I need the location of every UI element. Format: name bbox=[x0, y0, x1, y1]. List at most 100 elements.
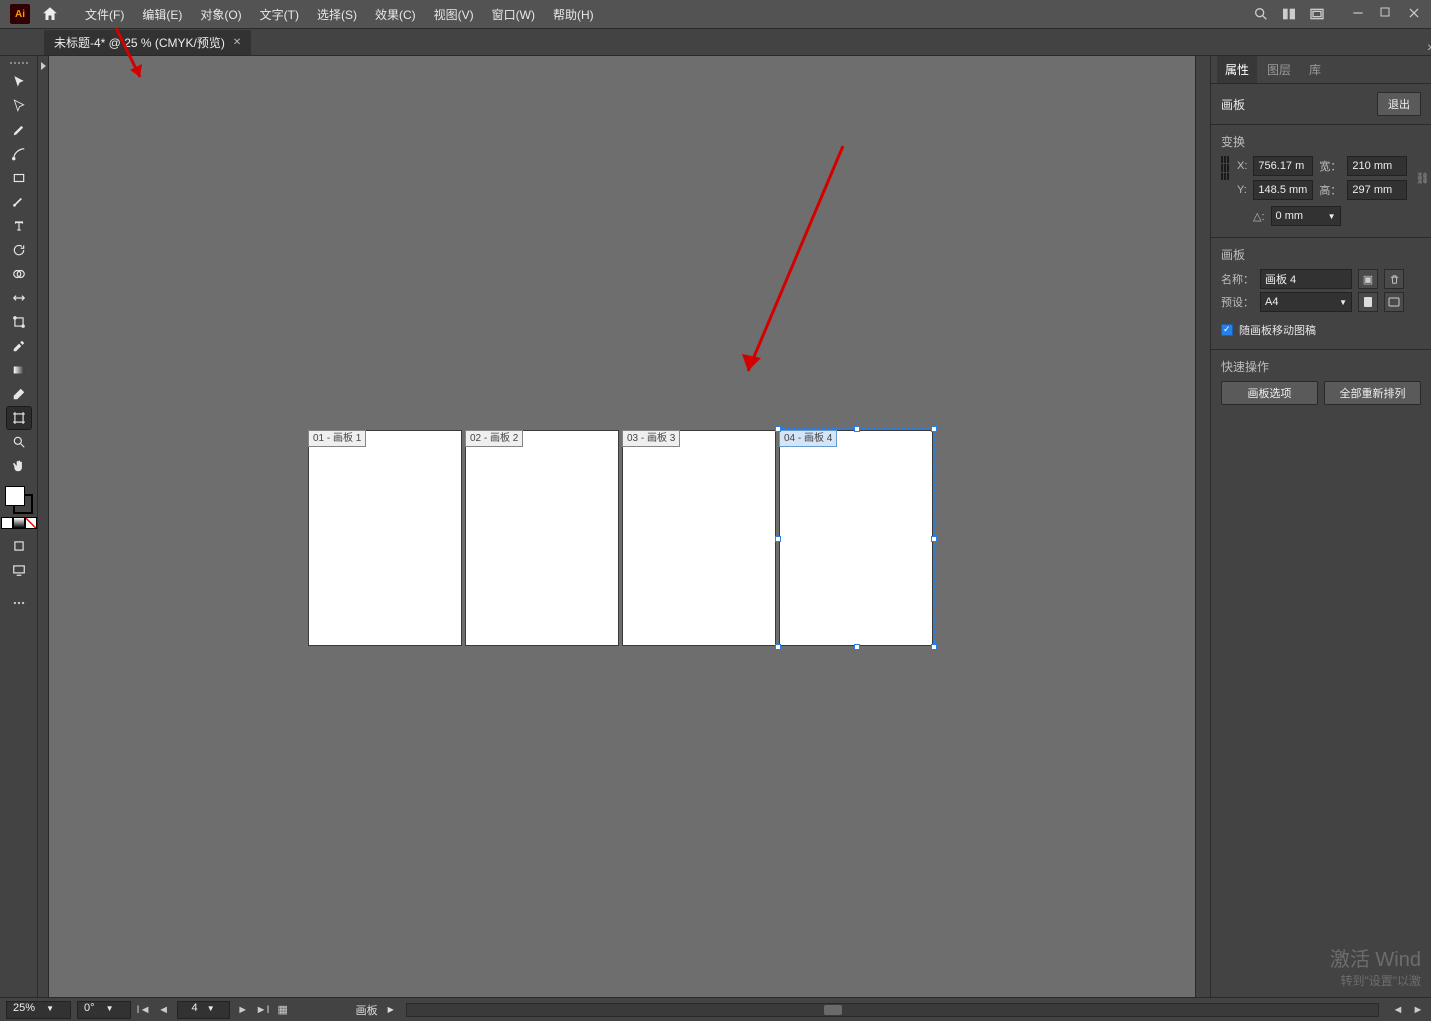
close-tab-icon[interactable]: ✕ bbox=[233, 37, 241, 48]
artboard-4[interactable]: 04 - 画板 4 bbox=[780, 431, 932, 645]
color-mode-row bbox=[1, 517, 37, 529]
width-input[interactable] bbox=[1347, 156, 1407, 176]
artboard-label: 02 - 画板 2 bbox=[465, 430, 523, 447]
pen-tool[interactable] bbox=[7, 119, 31, 141]
main-menu: 文件(F) 编辑(E) 对象(O) 文字(T) 选择(S) 效果(C) 视图(V… bbox=[77, 2, 602, 27]
menu-edit[interactable]: 编辑(E) bbox=[134, 2, 190, 27]
arrange-documents-icon[interactable] bbox=[1281, 6, 1297, 22]
rearrange-all-button[interactable]: 全部重新排列 bbox=[1324, 381, 1421, 405]
artboard-options-button[interactable]: 画板选项 bbox=[1221, 381, 1318, 405]
tab-properties[interactable]: 属性 bbox=[1217, 56, 1257, 83]
document-tab-row: 未标题-4* @ 25 % (CMYK/预览) ✕ bbox=[0, 29, 1431, 56]
zoom-value: 25% bbox=[13, 1002, 35, 1014]
exit-artboard-button[interactable]: 退出 bbox=[1377, 92, 1421, 116]
search-icon[interactable] bbox=[1253, 6, 1269, 22]
artboard-nav-select[interactable]: 4 ▼ bbox=[177, 1001, 230, 1019]
scroll-left-icon[interactable]: ◄ bbox=[1391, 1003, 1405, 1017]
artboard-3[interactable]: 03 - 画板 3 bbox=[623, 431, 775, 645]
status-mode-chevron-icon[interactable]: ▶ bbox=[388, 1005, 394, 1014]
color-mode-gradient[interactable] bbox=[13, 517, 25, 529]
move-artwork-checkbox[interactable] bbox=[1221, 324, 1233, 336]
tab-libraries[interactable]: 库 bbox=[1301, 56, 1329, 83]
color-mode-solid[interactable] bbox=[1, 517, 13, 529]
shape-builder-tool[interactable] bbox=[7, 263, 31, 285]
orientation-portrait-icon[interactable] bbox=[1358, 292, 1378, 312]
zoom-tool[interactable] bbox=[7, 431, 31, 453]
menu-file[interactable]: 文件(F) bbox=[77, 2, 132, 27]
artboard-name-input[interactable] bbox=[1260, 269, 1352, 289]
delete-artboard-icon[interactable] bbox=[1384, 269, 1404, 289]
rectangle-tool[interactable] bbox=[7, 167, 31, 189]
home-icon[interactable] bbox=[41, 5, 59, 23]
window-close-icon[interactable] bbox=[1407, 6, 1423, 22]
menu-view[interactable]: 视图(V) bbox=[426, 2, 482, 27]
paintbrush-tool[interactable] bbox=[7, 191, 31, 213]
menu-effect[interactable]: 效果(C) bbox=[367, 2, 424, 27]
menu-select[interactable]: 选择(S) bbox=[309, 2, 365, 27]
transform-section: 变换 X: 宽： Y: 高： ⛓ bbox=[1211, 125, 1431, 238]
document-tab[interactable]: 未标题-4* @ 25 % (CMYK/预览) ✕ bbox=[44, 30, 251, 55]
y-input[interactable] bbox=[1253, 180, 1313, 200]
type-tool[interactable] bbox=[7, 215, 31, 237]
free-transform-tool[interactable] bbox=[7, 311, 31, 333]
preset-label: 预设： bbox=[1221, 294, 1254, 310]
curvature-tool[interactable] bbox=[7, 143, 31, 165]
scroll-right-icon[interactable]: ► bbox=[1411, 1003, 1425, 1017]
window-minimize-icon[interactable] bbox=[1351, 6, 1367, 22]
menu-help[interactable]: 帮助(H) bbox=[545, 2, 602, 27]
status-bar: 25% ▼ 0° ▼ I◄ ◄ 4 ▼ ► ►I ▦ 画板 ▶ ◄ ► bbox=[0, 997, 1431, 1021]
artboard-2[interactable]: 02 - 画板 2 bbox=[466, 431, 618, 645]
draw-mode-icon[interactable] bbox=[7, 535, 31, 557]
artboard-prev-icon[interactable]: ◄ bbox=[157, 1003, 171, 1017]
gradient-tool[interactable] bbox=[7, 359, 31, 381]
selection-tool[interactable] bbox=[7, 71, 31, 93]
eraser-tool[interactable] bbox=[7, 383, 31, 405]
angle-select[interactable]: 0 mm▼ bbox=[1271, 206, 1341, 226]
toolbox-grip[interactable] bbox=[10, 62, 28, 66]
color-mode-none[interactable] bbox=[25, 517, 37, 529]
artboard-nav-value: 4 bbox=[192, 1002, 198, 1014]
width-tool[interactable] bbox=[7, 287, 31, 309]
rotate-tool[interactable] bbox=[7, 239, 31, 261]
panel-tab-row: » 属性 图层 库 bbox=[1211, 56, 1431, 84]
preset-value: A4 bbox=[1265, 296, 1278, 308]
panel-reveal-strip[interactable] bbox=[38, 56, 49, 997]
menu-type[interactable]: 文字(T) bbox=[252, 2, 307, 27]
link-wh-icon[interactable]: ⛓ bbox=[1415, 172, 1429, 185]
menu-window[interactable]: 窗口(W) bbox=[484, 2, 543, 27]
artboard-1[interactable]: 01 - 画板 1 bbox=[309, 431, 461, 645]
canvas[interactable]: 01 - 画板 1 02 - 画板 2 03 - 画板 3 04 - 画板 4 bbox=[38, 56, 1195, 997]
horizontal-scrollbar[interactable] bbox=[406, 1003, 1379, 1017]
artboard-first-icon[interactable]: I◄ bbox=[137, 1003, 151, 1017]
scrollbar-thumb[interactable] bbox=[824, 1005, 842, 1015]
height-input[interactable] bbox=[1347, 180, 1407, 200]
preset-select[interactable]: A4▼ bbox=[1260, 292, 1352, 312]
rotate-view-select[interactable]: 0° ▼ bbox=[77, 1001, 131, 1019]
artboard-tool[interactable] bbox=[7, 407, 31, 429]
hand-tool[interactable] bbox=[7, 455, 31, 477]
direct-selection-tool[interactable] bbox=[7, 95, 31, 117]
tab-layers[interactable]: 图层 bbox=[1259, 56, 1299, 83]
new-artboard-icon[interactable]: ▣ bbox=[1358, 269, 1378, 289]
workspace-switcher-icon[interactable] bbox=[1309, 6, 1325, 22]
mode-section: 画板 退出 bbox=[1211, 84, 1431, 125]
zoom-select[interactable]: 25% ▼ bbox=[6, 1001, 71, 1019]
window-maximize-icon[interactable] bbox=[1379, 6, 1395, 22]
artboard-navigator-icon[interactable]: ▦ bbox=[276, 1003, 290, 1017]
fill-swatch[interactable] bbox=[5, 486, 25, 506]
artboard-last-icon[interactable]: ►I bbox=[256, 1003, 270, 1017]
edit-toolbar-icon[interactable] bbox=[7, 592, 31, 614]
collapsed-panel-strip[interactable] bbox=[1195, 56, 1210, 997]
annotation-arrow-1 bbox=[728, 136, 858, 396]
section-title-quick: 快速操作 bbox=[1221, 358, 1421, 375]
menu-object[interactable]: 对象(O) bbox=[192, 2, 249, 27]
screen-mode-icon[interactable] bbox=[7, 559, 31, 581]
x-input[interactable] bbox=[1253, 156, 1313, 176]
orientation-landscape-icon[interactable] bbox=[1384, 292, 1404, 312]
eyedropper-tool[interactable] bbox=[7, 335, 31, 357]
artboard-next-icon[interactable]: ► bbox=[236, 1003, 250, 1017]
panel-menu-icon[interactable]: » bbox=[1427, 38, 1431, 54]
fill-stroke-swatch[interactable] bbox=[5, 486, 33, 514]
reference-point-grid[interactable] bbox=[1221, 156, 1229, 180]
artboard-label: 01 - 画板 1 bbox=[308, 430, 366, 447]
